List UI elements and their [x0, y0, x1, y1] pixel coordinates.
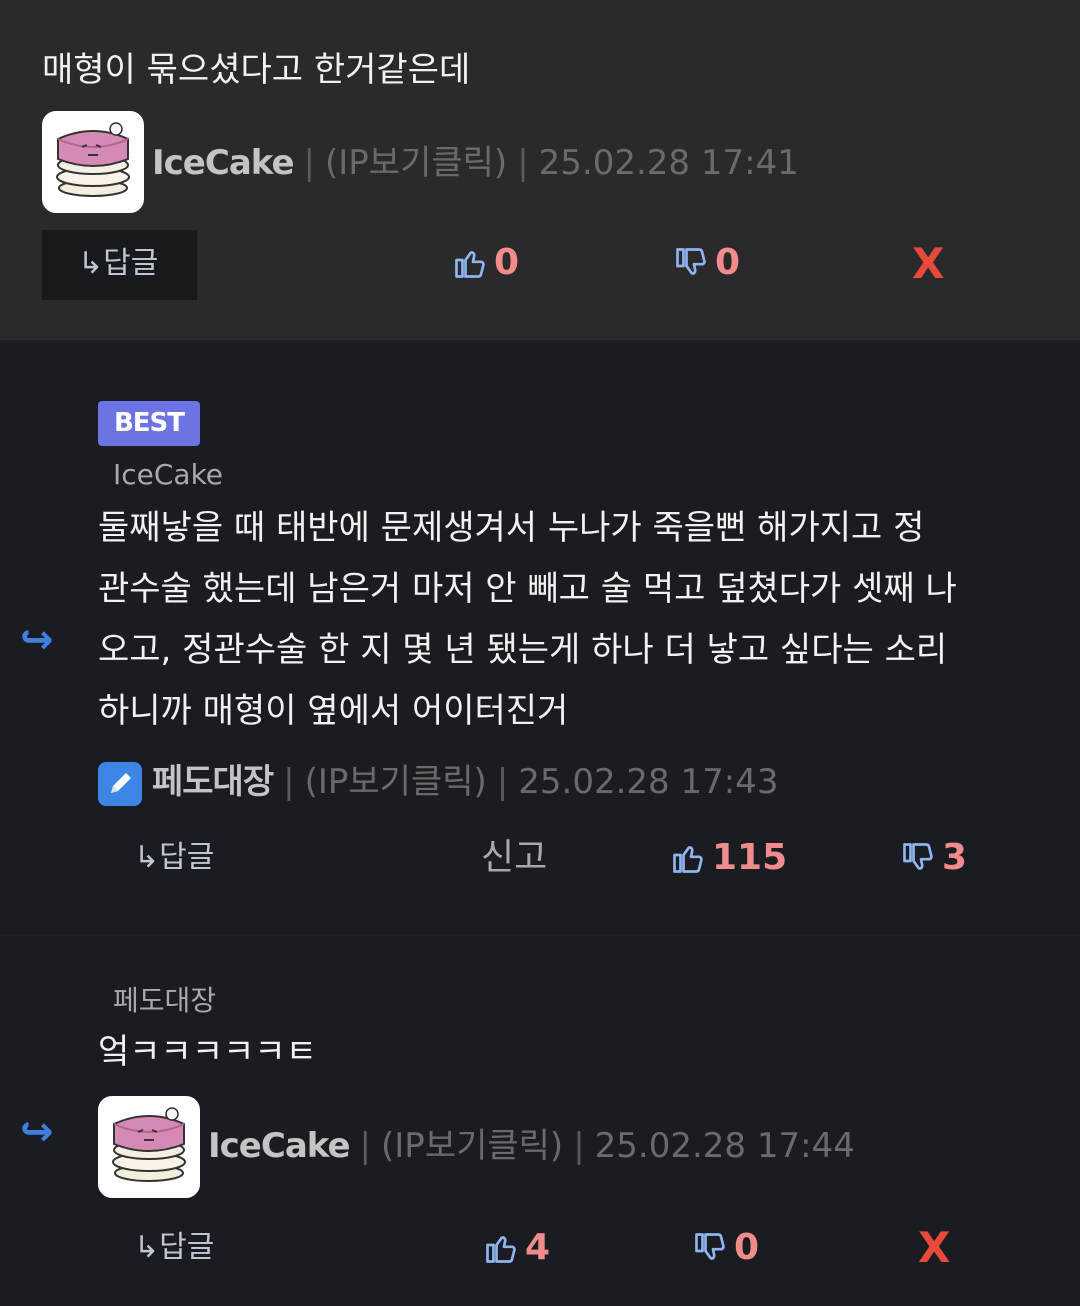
- dislike-count: 0: [715, 242, 741, 283]
- comment-line: 둘째낳을 때 태반에 문제생겨서 누나가 죽을뻔 해가지고 정: [98, 508, 925, 548]
- comment-text: 매형이 묶으셨다고 한거같은데: [42, 50, 471, 90]
- reply-button[interactable]: ↳답글: [134, 840, 214, 876]
- dislike-button[interactable]: 3: [900, 836, 967, 880]
- comment-meta: IceCake | (IP보기클릭) | 25.02.28 17:44: [208, 1126, 855, 1166]
- comment-text: 둘째낳을 때 태반에 문제생겨서 누나가 죽을뻔 해가지고 정 관수술 했는데 …: [98, 498, 957, 742]
- reply-arrow-icon: ↳: [134, 1230, 160, 1265]
- dislike-count: 0: [734, 1227, 760, 1268]
- thumbs-down-icon: [673, 245, 709, 281]
- dislike-button[interactable]: 0: [692, 1226, 759, 1270]
- timestamp: 25.02.28 17:41: [538, 143, 799, 183]
- thumbs-up-icon: [452, 245, 488, 281]
- thumbs-up-icon: [670, 840, 706, 876]
- reply-arrow-icon: ↳: [78, 246, 104, 281]
- meta-separator: |: [359, 1126, 371, 1166]
- reply-label: 답글: [159, 840, 215, 875]
- cake-avatar-icon: [102, 1100, 196, 1194]
- dislike-button[interactable]: 0: [673, 241, 740, 285]
- ip-link[interactable]: (IP보기클릭): [325, 143, 507, 183]
- meta-separator: |: [517, 143, 529, 183]
- like-button[interactable]: 4: [483, 1226, 550, 1270]
- comment-text: 엌ㅋㅋㅋㅋㅋㅌ: [98, 1032, 317, 1072]
- reply-to-name: 페도대장: [113, 984, 217, 1017]
- author-name[interactable]: IceCake: [152, 143, 295, 183]
- meta-separator: |: [573, 1126, 585, 1166]
- ip-link[interactable]: (IP보기클릭): [305, 762, 487, 802]
- comment-line: 관수술 했는데 남은거 마저 안 빼고 술 먹고 덮쳤다가 셋째 나: [98, 569, 957, 609]
- best-badge: BEST: [98, 401, 200, 446]
- thumbs-up-icon: [483, 1230, 519, 1266]
- meta-separator: |: [283, 762, 295, 802]
- timestamp: 25.02.28 17:43: [518, 762, 779, 802]
- reply-indicator-icon: ↪: [20, 617, 54, 663]
- reply-arrow-icon: ↳: [134, 840, 160, 875]
- delete-button[interactable]: X: [912, 242, 944, 286]
- avatar[interactable]: [98, 1096, 200, 1198]
- like-button[interactable]: 115: [670, 836, 787, 880]
- comment-meta: 페도대장 | (IP보기클릭) | 25.02.28 17:43: [152, 762, 778, 802]
- dislike-count: 3: [942, 837, 968, 878]
- comment-meta: IceCake | (IP보기클릭) | 25.02.28 17:41: [152, 143, 799, 183]
- reply-button[interactable]: ↳답글: [134, 1230, 214, 1266]
- cake-avatar-icon: [46, 115, 140, 209]
- reply-to-name: IceCake: [113, 458, 224, 491]
- thumbs-down-icon: [900, 840, 936, 876]
- meta-separator: |: [496, 762, 509, 802]
- timestamp: 25.02.28 17:44: [594, 1126, 855, 1166]
- reply-indicator-icon: ↪: [20, 1109, 54, 1155]
- like-count: 115: [712, 837, 788, 878]
- comment-line: 오고, 정관수술 한 지 몇 년 됐는게 하나 더 낳고 싶다는 소리: [98, 630, 948, 670]
- like-count: 4: [525, 1227, 551, 1268]
- like-button[interactable]: 0: [452, 241, 519, 285]
- delete-button[interactable]: X: [918, 1226, 950, 1270]
- avatar[interactable]: [42, 111, 144, 213]
- author-name[interactable]: IceCake: [208, 1126, 351, 1166]
- like-count: 0: [494, 242, 520, 283]
- comment-line: 하니까 매형이 옆에서 어이터진거: [98, 691, 569, 731]
- meta-separator: |: [303, 143, 315, 183]
- report-button[interactable]: 신고: [481, 836, 547, 880]
- ip-link[interactable]: (IP보기클릭): [381, 1126, 563, 1166]
- thumbs-down-icon: [692, 1230, 728, 1266]
- pencil-icon: [98, 762, 142, 806]
- reply-label: 답글: [103, 246, 159, 281]
- reply-label: 답글: [159, 1230, 215, 1265]
- reply-button[interactable]: ↳답글: [42, 230, 197, 300]
- author-name[interactable]: 페도대장: [152, 762, 274, 802]
